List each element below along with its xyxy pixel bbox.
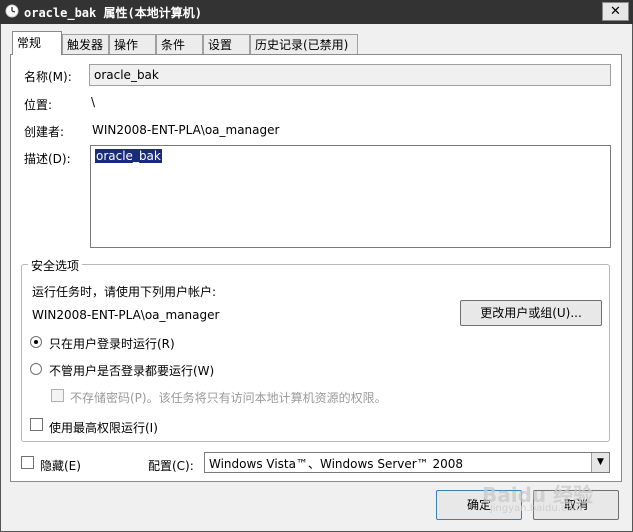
window-title: oracle_bak 属性(本地计算机) — [24, 6, 202, 20]
tab-triggers[interactable]: 触发器 — [62, 34, 109, 54]
highest-privileges-checkbox[interactable] — [30, 418, 43, 431]
no-store-password-label: 不存储密码(P)。该任务将只有访问本地计算机资源的权限。 — [70, 391, 387, 405]
hidden-label[interactable]: 隐藏(E) — [40, 457, 81, 474]
author-label: 创建者: — [24, 125, 65, 139]
name-value: oracle_bak — [94, 68, 159, 82]
radio-whether-logged-label[interactable]: 不管用户是否登录都要运行(W) — [49, 362, 214, 379]
hidden-checkbox[interactable] — [21, 456, 34, 469]
tab-conditions[interactable]: 条件 — [156, 34, 203, 54]
change-user-button[interactable]: 更改用户或组(U)... — [460, 300, 602, 326]
close-button[interactable]: ✕ — [602, 2, 629, 21]
radio-selected-dot — [34, 340, 38, 344]
tab-history[interactable]: 历史记录(已禁用) — [250, 34, 358, 54]
location-value: \ — [91, 95, 96, 109]
security-options-title: 安全选项 — [28, 257, 83, 274]
name-field[interactable]: oracle_bak — [89, 64, 611, 86]
task-clock-icon — [5, 4, 19, 18]
tab-general[interactable]: 常规 — [12, 31, 62, 55]
configure-value: Windows Vista™、Windows Server™ 2008 — [209, 457, 464, 471]
user-account: WIN2008-ENT-PLA\oa_manager — [32, 308, 220, 322]
baidu-watermark-url: jingyan.baidu.com — [490, 503, 583, 514]
tab-settings[interactable]: 设置 — [203, 34, 250, 54]
configure-label: 配置(C): — [148, 459, 194, 473]
name-label: 名称(M): — [24, 70, 72, 84]
location-label: 位置: — [24, 98, 53, 112]
description-value: oracle_bak — [95, 149, 162, 163]
run-as-text: 运行任务时，请使用下列用户帐户: — [32, 285, 217, 299]
radio-logged-on[interactable] — [30, 336, 42, 348]
no-store-password-checkbox[interactable] — [51, 389, 64, 402]
author-value: WIN2008-ENT-PLA\oa_manager — [92, 123, 280, 137]
configure-select[interactable]: Windows Vista™、Windows Server™ 2008 ▼ — [204, 452, 610, 473]
highest-privileges-label[interactable]: 使用最高权限运行(I) — [49, 419, 158, 436]
description-label: 描述(D): — [24, 152, 71, 166]
tab-actions[interactable]: 操作 — [109, 34, 156, 54]
radio-logged-on-label[interactable]: 只在用户登录时运行(R) — [49, 335, 175, 352]
chevron-down-icon[interactable]: ▼ — [591, 453, 609, 472]
description-textarea[interactable]: oracle_bak — [90, 145, 611, 248]
radio-whether-logged[interactable] — [30, 363, 42, 375]
